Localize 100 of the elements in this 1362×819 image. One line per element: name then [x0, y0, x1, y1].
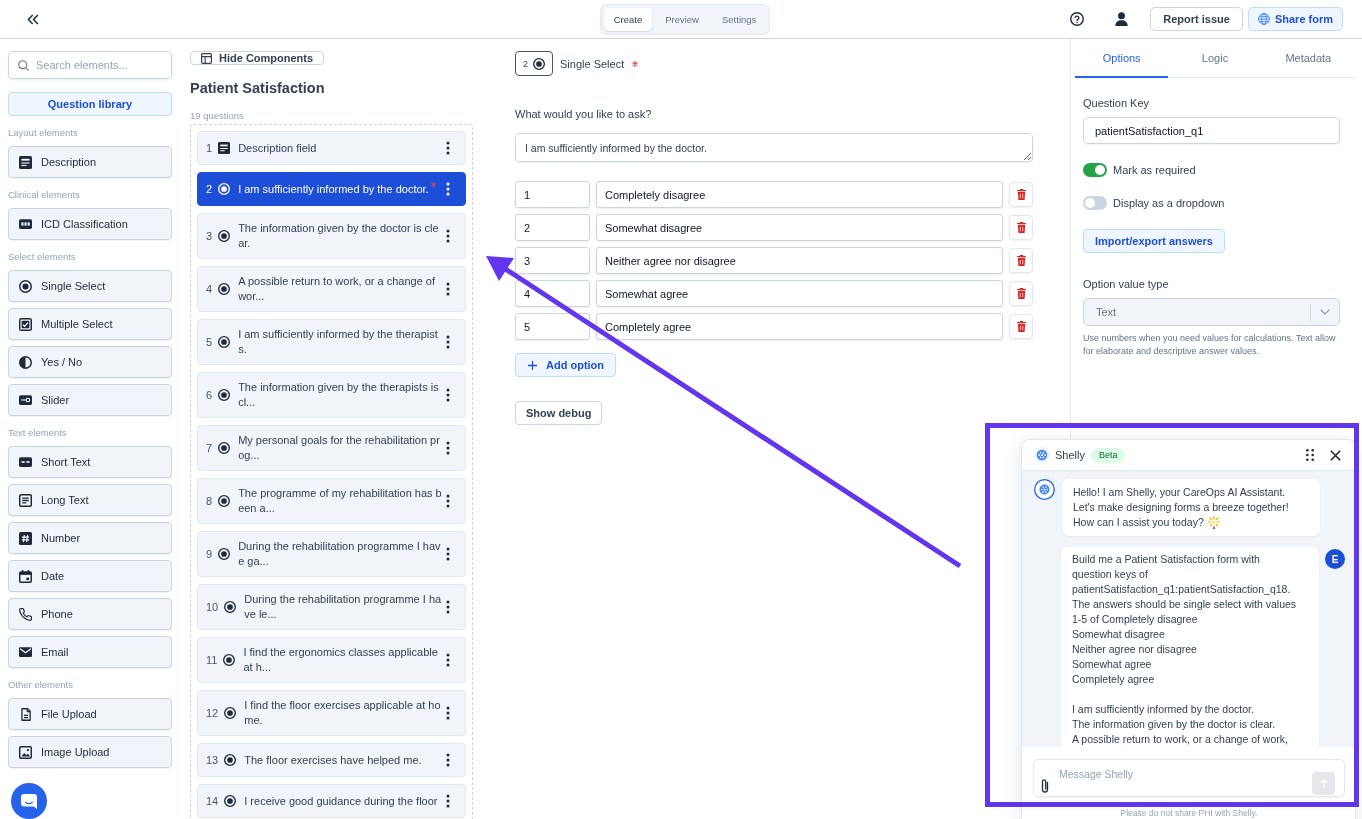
radio-icon [533, 57, 545, 70]
element-item[interactable]: ICD Classification [8, 208, 172, 240]
delete-option-button[interactable] [1009, 248, 1033, 273]
chat-launcher-button[interactable] [11, 783, 47, 819]
delete-option-button[interactable] [1009, 314, 1033, 339]
user-icon[interactable] [1115, 12, 1129, 26]
kebab-menu-icon[interactable] [446, 182, 450, 196]
close-icon[interactable] [1330, 449, 1341, 461]
option-label-field[interactable]: Completely disagree [596, 181, 1003, 208]
search-input[interactable]: Search elements... [36, 59, 162, 71]
element-item[interactable]: Description [8, 146, 172, 178]
drag-handle-icon[interactable] [1306, 449, 1314, 461]
kebab-menu-icon[interactable] [446, 141, 450, 155]
paperclip-icon[interactable] [1041, 779, 1049, 793]
half-circle-icon [19, 355, 32, 369]
kebab-menu-icon[interactable] [446, 753, 450, 767]
kebab-menu-icon[interactable] [446, 653, 450, 667]
element-item[interactable]: Date [8, 560, 172, 592]
question-card[interactable]: 2 I am sufficiently informed by the doctor. [197, 172, 466, 206]
element-item[interactable]: File Upload [8, 698, 172, 730]
element-item[interactable]: Single Select [8, 270, 172, 302]
question-card[interactable]: 3 The information given by the doctor is clear. [197, 213, 466, 259]
share-button[interactable]: Share form [1247, 7, 1343, 31]
element-item[interactable]: Email [8, 636, 172, 668]
kebab-menu-icon[interactable] [446, 547, 450, 561]
option-label-field[interactable]: Somewhat disagree [596, 214, 1003, 241]
question-library-button[interactable]: Question library [8, 92, 172, 116]
panel-tab[interactable]: Logic [1168, 39, 1262, 78]
kebab-menu-icon[interactable] [446, 335, 450, 349]
element-item[interactable]: Phone [8, 598, 172, 630]
kebab-menu-icon[interactable] [446, 706, 450, 720]
long-text-icon [19, 493, 32, 507]
kebab-menu-icon[interactable] [446, 388, 450, 402]
element-item[interactable]: Long Text [8, 484, 172, 516]
question-card[interactable]: 4 A possible return to work, or a change of wor... [197, 266, 466, 312]
question-text: I find the floor exercises applicable at home. [244, 698, 442, 728]
element-item[interactable]: Slider [8, 384, 172, 416]
panel-layout-icon [201, 52, 212, 64]
section-title: Layout elements [8, 127, 79, 139]
question-card[interactable]: 9 During the rehabilitation programme I have ga... [197, 531, 466, 577]
kebab-menu-icon[interactable] [446, 494, 450, 508]
element-item[interactable]: Multiple Select [8, 308, 172, 340]
mode-tab[interactable]: Create [603, 7, 653, 31]
question-card[interactable]: 13 The floor exercises have helped me. [197, 743, 466, 777]
user-avatar: E [1325, 549, 1345, 569]
radio-icon [19, 279, 32, 293]
option-label-field[interactable]: Completely agree [596, 313, 1003, 340]
element-item[interactable]: Number [8, 522, 172, 554]
double-chevron-left-icon[interactable] [27, 13, 39, 25]
question-card[interactable]: 8 The programme of my rehabilitation has been a... [197, 478, 466, 524]
phone-icon [19, 607, 32, 621]
kebab-menu-icon[interactable] [446, 441, 450, 455]
add-option-button[interactable]: Add option [515, 353, 617, 377]
short-text-icon [19, 457, 32, 467]
toggle-switch[interactable] [1083, 163, 1107, 177]
question-card[interactable]: 7 My personal goals for the rehabilitation prog... [197, 425, 466, 471]
kebab-menu-icon[interactable] [446, 282, 450, 296]
option-label-field[interactable]: Neither agree nor disagree [596, 247, 1003, 274]
option-value-field[interactable]: 5 [515, 313, 590, 340]
question-card[interactable]: 10 During the rehabilitation programme I have le... [197, 584, 466, 630]
description-icon [218, 142, 231, 154]
mode-tab[interactable]: Settings [712, 7, 767, 31]
import-export-button[interactable]: Import/export answers [1083, 229, 1225, 253]
envelope-icon [19, 647, 32, 657]
question-card[interactable]: 5 I am sufficiently informed by the therapists. [197, 319, 466, 365]
help-icon[interactable] [1070, 12, 1085, 26]
option-value-field[interactable]: 3 [515, 247, 590, 274]
mode-tab[interactable]: Preview [655, 7, 709, 31]
element-item[interactable]: Short Text [8, 446, 172, 478]
option-value-field[interactable]: 1 [515, 181, 590, 208]
question-card[interactable]: 12 I find the floor exercises applicable at home. [197, 690, 466, 736]
show-debug-button[interactable]: Show debug [515, 401, 603, 425]
delete-option-button[interactable] [1009, 215, 1033, 240]
kebab-menu-icon[interactable] [446, 229, 450, 243]
option-value-field[interactable]: 2 [515, 214, 590, 241]
message-field[interactable]: Message Shelly [1033, 759, 1345, 797]
report-button[interactable]: Report issue [1150, 7, 1243, 31]
panel-tab[interactable]: Metadata [1261, 39, 1355, 78]
question-key-field[interactable]: patientSatisfaction_q1 [1083, 117, 1340, 144]
arrow-up-icon [1319, 779, 1328, 788]
radio-icon [218, 336, 231, 348]
toggle-switch[interactable] [1083, 196, 1107, 210]
question-card[interactable]: 1 Description field [197, 131, 466, 165]
question-text-field[interactable]: I am sufficiently informed by the doctor. [515, 133, 1033, 162]
delete-option-button[interactable] [1009, 281, 1033, 306]
search-field[interactable]: Search elements... [8, 51, 172, 79]
element-item[interactable]: Yes / No [8, 346, 172, 378]
kebab-menu-icon[interactable] [446, 600, 450, 614]
question-card[interactable]: 6 The information given by the therapists is cl... [197, 372, 466, 418]
message-input[interactable]: Message Shelly [1059, 767, 1312, 781]
panel-tab[interactable]: Options [1075, 39, 1169, 78]
question-card[interactable]: 14 I receive good guidance during the floor [197, 784, 466, 818]
question-number: 8 [206, 493, 213, 509]
question-card[interactable]: 11 I find the ergonomics classes applicable at h... [197, 637, 466, 683]
question-type-label: Single Select [560, 57, 625, 70]
element-item[interactable]: Image Upload [8, 736, 172, 768]
kebab-menu-icon[interactable] [446, 794, 450, 808]
delete-option-button[interactable] [1009, 182, 1033, 207]
option-label-field[interactable]: Somewhat agree [596, 280, 1003, 307]
hide-components-button[interactable]: Hide Components [190, 51, 325, 65]
